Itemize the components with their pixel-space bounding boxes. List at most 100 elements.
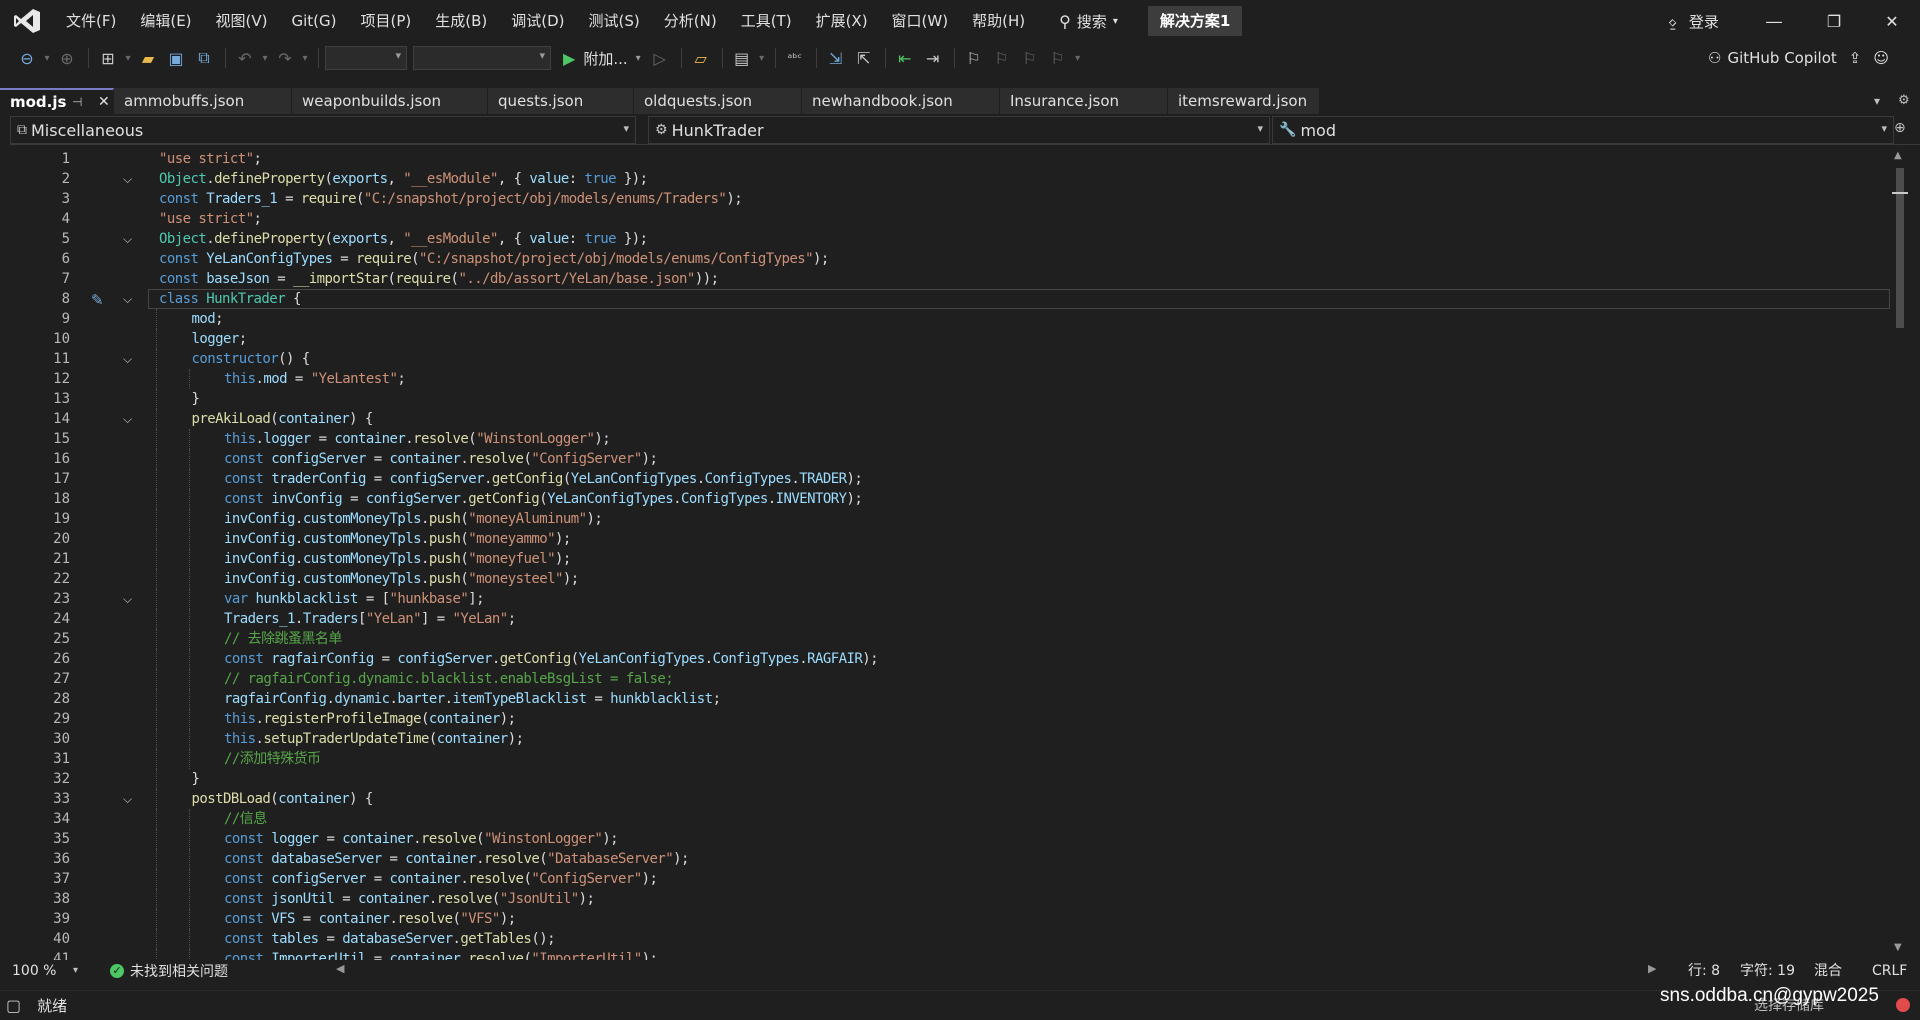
menu-item[interactable]: 文件(F) — [54, 0, 128, 42]
chevron-down-icon[interactable]: ▾ — [260, 45, 270, 71]
fold-toggle-icon[interactable]: ⌵ — [123, 169, 132, 189]
step-into-icon[interactable]: ⇲ — [823, 45, 849, 71]
github-copilot-button[interactable]: ⚇ GitHub Copilot ⇪ ☺ — [1708, 42, 1889, 74]
menu-item[interactable]: 生成(B) — [423, 0, 499, 42]
code-line[interactable]: 41 const ImporterUtil = container.resolve… — [10, 949, 1890, 960]
undo-icon[interactable]: ↶ — [232, 45, 258, 71]
outdent-icon[interactable]: ⇤ — [892, 45, 918, 71]
previous-bookmark-icon[interactable]: ⚐ — [989, 45, 1015, 71]
code-text[interactable]: const YeLanConfigTypes = require("C:/sna… — [159, 249, 829, 269]
bookmark-icon[interactable]: ⚐ — [961, 45, 987, 71]
menu-item[interactable]: 帮助(H) — [960, 0, 1037, 42]
solution-name-badge[interactable]: 解决方案1 — [1147, 6, 1243, 36]
code-line[interactable]: 1 "use strict"; — [10, 149, 1890, 169]
code-line[interactable]: 12 this.mod = "YeLantest"; — [10, 369, 1890, 389]
minimize-button[interactable]: ― — [1746, 0, 1802, 42]
scroll-up-icon[interactable]: ▲ — [1894, 150, 1902, 161]
document-tab[interactable]: ammobuffs.json — [114, 88, 292, 114]
share-icon[interactable]: ⇪ — [1849, 49, 1862, 67]
scroll-right-icon[interactable]: ▶ — [1648, 962, 1656, 975]
code-text[interactable]: //添加特殊货币 — [224, 749, 321, 769]
chevron-down-icon[interactable]: ▾ — [757, 45, 767, 71]
member-scope-dropdown[interactable]: 🔧 mod — [1272, 116, 1894, 144]
code-text[interactable]: constructor() { — [192, 349, 311, 369]
code-line[interactable]: 38 const jsonUtil = container.resolve("Js… — [10, 889, 1890, 909]
split-editor-icon[interactable]: ⊕ — [1894, 120, 1906, 136]
redo-icon[interactable]: ↷ — [272, 45, 298, 71]
code-line[interactable]: 32} — [10, 769, 1890, 789]
code-line[interactable]: 22 invConfig.customMoneyTpls.push("moneys… — [10, 569, 1890, 589]
code-line[interactable]: 23 ⌵ var hunkblacklist = ["hunkbase"]; — [10, 589, 1890, 609]
fold-toggle-icon[interactable]: ⌵ — [123, 589, 132, 609]
start-without-debugging-icon[interactable]: ▷ — [647, 45, 673, 71]
feedback-icon[interactable]: ☺ — [1873, 49, 1889, 67]
code-text[interactable]: invConfig.customMoneyTpls.push("moneyste… — [224, 569, 579, 589]
code-text[interactable]: Object.defineProperty(exports, "__esModu… — [159, 229, 648, 249]
code-text[interactable]: const Traders_1 = require("C:/snapshot/p… — [159, 189, 743, 209]
configuration-dropdown[interactable] — [325, 46, 407, 70]
next-bookmark-icon[interactable]: ⚐ — [1017, 45, 1043, 71]
code-line[interactable]: 36 const databaseServer = container.resol… — [10, 849, 1890, 869]
code-line[interactable]: 31 //添加特殊货币 — [10, 749, 1890, 769]
code-line[interactable]: 29 this.registerProfileImage(container); — [10, 709, 1890, 729]
fold-toggle-icon[interactable]: ⌵ — [123, 289, 132, 309]
platform-dropdown[interactable] — [413, 46, 551, 70]
chevron-down-icon[interactable]: ▾ — [42, 45, 52, 71]
menu-item[interactable]: 窗口(W) — [880, 0, 961, 42]
code-text[interactable]: const jsonUtil = container.resolve("Json… — [224, 889, 595, 909]
quick-actions-icon[interactable]: ✎ — [91, 291, 104, 309]
code-line[interactable]: 39 const VFS = container.resolve("VFS"); — [10, 909, 1890, 929]
code-text[interactable]: //信息 — [224, 809, 267, 829]
code-line[interactable]: 16 const configServer = container.resolve… — [10, 449, 1890, 469]
code-line[interactable]: 2 ⌵ Object.defineProperty(exports, "__esMo… — [10, 169, 1890, 189]
navigate-forward-icon[interactable]: ⊕ — [54, 45, 80, 71]
code-line[interactable]: 21 invConfig.customMoneyTpls.push("moneyf… — [10, 549, 1890, 569]
login-button[interactable]: ⍚ 登录 — [1668, 0, 1719, 42]
code-text[interactable]: logger; — [192, 329, 248, 349]
new-project-icon[interactable]: ⊞ — [95, 45, 121, 71]
code-line[interactable]: 15 this.logger = container.resolve("Winst… — [10, 429, 1890, 449]
code-line[interactable]: 28 ragfairConfig.dynamic.barter.itemTypeB… — [10, 689, 1890, 709]
code-text[interactable]: mod; — [192, 309, 224, 329]
code-line[interactable]: 37 const configServer = container.resolve… — [10, 869, 1890, 889]
code-text[interactable]: // ragfairConfig.dynamic.blacklist.enabl… — [224, 669, 674, 689]
code-text[interactable]: "use strict"; — [159, 149, 262, 169]
fold-toggle-icon[interactable]: ⌵ — [123, 789, 132, 809]
code-line[interactable]: 3 const Traders_1 = require("C:/snapshot/… — [10, 189, 1890, 209]
menu-item[interactable]: 调试(D) — [499, 0, 576, 42]
menu-item[interactable]: 项目(P) — [349, 0, 424, 42]
menu-item[interactable]: 工具(T) — [729, 0, 804, 42]
code-text[interactable]: const invConfig = configServer. getConfig… — [224, 489, 863, 509]
notification-badge[interactable] — [1896, 998, 1910, 1012]
code-line[interactable]: 11 ⌵ constructor() { — [10, 349, 1890, 369]
code-text[interactable]: this.logger = container.resolve("Winston… — [224, 429, 611, 449]
chevron-down-icon[interactable]: ▾ — [300, 45, 310, 71]
code-text[interactable]: invConfig.customMoneyTpls.push("moneyfue… — [224, 549, 571, 569]
code-line[interactable]: 4 "use strict"; — [10, 209, 1890, 229]
toolbar-overflow-icon[interactable]: ▾ — [1073, 45, 1083, 71]
issues-indicator[interactable]: ✓ 未找到相关问题 — [110, 961, 228, 981]
code-text[interactable]: const configServer = container.resolve("… — [224, 449, 658, 469]
menu-item[interactable]: 扩展(X) — [804, 0, 880, 42]
line-ending[interactable]: CRLF — [1872, 960, 1907, 982]
indent-icon[interactable]: ⇥ — [920, 45, 946, 71]
close-window-button[interactable]: ✕ — [1864, 0, 1920, 42]
code-text[interactable]: } — [192, 389, 200, 409]
code-line[interactable]: 7 const baseJson = __importStar(require("… — [10, 269, 1890, 289]
document-tab[interactable]: weaponbuilds.json — [292, 88, 488, 114]
code-line[interactable]: 9 mod; — [10, 309, 1890, 329]
scroll-down-icon[interactable]: ▼ — [1894, 942, 1902, 953]
folder-browse-icon[interactable]: ▱ — [688, 45, 714, 71]
open-file-icon[interactable]: ▰ — [135, 45, 161, 71]
menu-item[interactable]: 编辑(E) — [128, 0, 203, 42]
code-line[interactable]: 30 this.setupTraderUpdateTime(container); — [10, 729, 1890, 749]
menu-item[interactable]: Git(G) — [280, 0, 349, 42]
menu-item[interactable]: 视图(V) — [204, 0, 280, 42]
code-line[interactable]: 26 const ragfairConfig = configServer.get… — [10, 649, 1890, 669]
code-text[interactable]: // 去除跳蚤黑名单 — [224, 629, 342, 649]
chevron-down-icon[interactable]: ▾ — [123, 45, 133, 71]
line-indicator[interactable]: 行: 8 — [1688, 960, 1720, 982]
char-indicator[interactable]: 字符: 19 — [1740, 960, 1795, 982]
menu-item[interactable]: 测试(S) — [577, 0, 652, 42]
spell-check-icon[interactable]: ᵃᵇᶜ — [782, 45, 808, 71]
